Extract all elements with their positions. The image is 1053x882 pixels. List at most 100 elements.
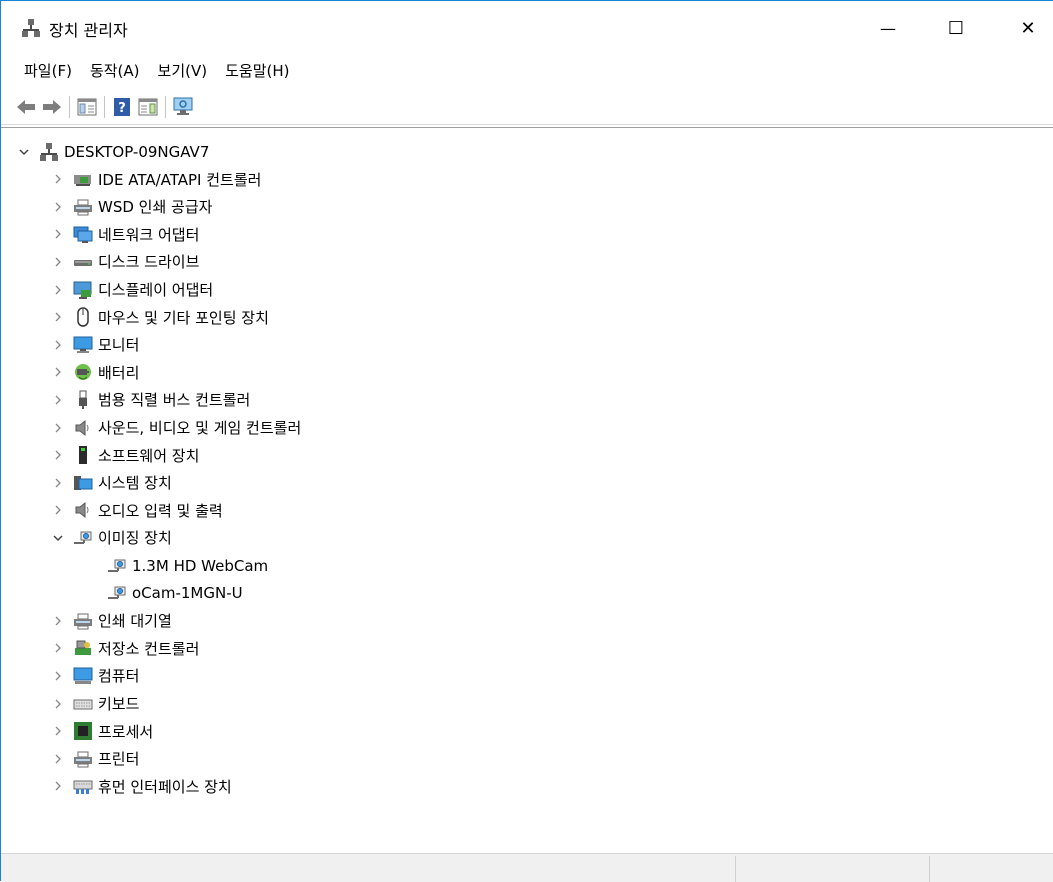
tree-category[interactable]: 키보드 bbox=[51, 690, 139, 717]
chevron-right-icon[interactable] bbox=[51, 166, 65, 193]
tree-category[interactable]: 저장소 컨트롤러 bbox=[51, 635, 199, 662]
help-button[interactable]: ? bbox=[109, 94, 135, 120]
storage-controller-icon bbox=[73, 638, 93, 658]
back-button[interactable] bbox=[13, 94, 39, 120]
tree-item-label: 컴퓨터 bbox=[98, 667, 140, 686]
tree-item-label: 이미징 장치 bbox=[98, 529, 172, 548]
forward-button[interactable] bbox=[39, 94, 65, 120]
toolbar-separator bbox=[104, 95, 105, 118]
chevron-down-icon[interactable] bbox=[17, 138, 31, 165]
chevron-right-icon[interactable] bbox=[51, 359, 65, 386]
speaker-icon bbox=[73, 500, 93, 520]
tree-category[interactable]: IDE ATA/ATAPI 컨트롤러 bbox=[51, 166, 261, 193]
ide-controller-icon bbox=[73, 169, 93, 189]
show-hide-console-tree-button[interactable] bbox=[74, 94, 100, 120]
battery-icon bbox=[73, 362, 93, 382]
chevron-right-icon[interactable] bbox=[51, 193, 65, 220]
tree-item-label: 휴먼 인터페이스 장치 bbox=[98, 777, 232, 796]
tree-category[interactable]: 범용 직렬 버스 컨트롤러 bbox=[51, 386, 250, 413]
chevron-right-icon[interactable] bbox=[51, 662, 65, 689]
processor-icon bbox=[73, 721, 93, 741]
tree-device[interactable]: oCam-1MGN-U bbox=[85, 580, 243, 607]
printer-icon bbox=[73, 749, 93, 769]
menu-view[interactable]: 보기(V) bbox=[149, 58, 217, 84]
chevron-right-icon[interactable] bbox=[51, 635, 65, 662]
tree-category[interactable]: 모니터 bbox=[51, 331, 139, 358]
tree-category[interactable]: 디스크 드라이브 bbox=[51, 248, 199, 275]
chevron-right-icon[interactable] bbox=[51, 773, 65, 800]
chevron-right-icon[interactable] bbox=[51, 331, 65, 358]
tree-category[interactable]: 컴퓨터 bbox=[51, 662, 139, 689]
tree-category[interactable]: 오디오 입력 및 출력 bbox=[51, 497, 223, 524]
menu-file[interactable]: 파일(F) bbox=[15, 58, 81, 84]
tree-category[interactable]: 인쇄 대기열 bbox=[51, 607, 172, 634]
tree-item-label: 소프트웨어 장치 bbox=[98, 446, 200, 465]
action-pane-icon bbox=[138, 98, 158, 115]
menu-bar: 파일(F) 동작(A) 보기(V) 도움말(H) bbox=[1, 55, 1053, 87]
tree-category[interactable]: 프로세서 bbox=[51, 718, 153, 745]
hid-icon bbox=[73, 776, 93, 796]
device-manager-icon bbox=[21, 18, 41, 38]
maximize-button[interactable]: ☐ bbox=[933, 1, 979, 55]
tree-category[interactable]: 디스플레이 어댑터 bbox=[51, 276, 213, 303]
tree-item-label: 저장소 컨트롤러 bbox=[98, 639, 200, 658]
chevron-down-icon[interactable] bbox=[51, 524, 65, 551]
printer-icon bbox=[73, 197, 93, 217]
tree-category[interactable]: 배터리 bbox=[51, 359, 139, 386]
show-action-pane-button[interactable] bbox=[135, 94, 161, 120]
chevron-right-icon[interactable] bbox=[51, 690, 65, 717]
tree-root[interactable]: DESKTOP-09NGAV7 bbox=[17, 138, 209, 165]
tree-device[interactable]: 1.3M HD WebCam bbox=[85, 552, 268, 579]
minimize-button[interactable]: — bbox=[865, 1, 911, 55]
status-bar bbox=[1, 853, 1053, 882]
tree-item-label: 프린터 bbox=[98, 750, 140, 769]
status-separator bbox=[929, 856, 930, 882]
disk-drive-icon bbox=[73, 252, 93, 272]
close-button[interactable]: ✕ bbox=[1005, 1, 1051, 55]
tree-category[interactable]: 휴먼 인터페이스 장치 bbox=[51, 773, 232, 800]
chevron-right-icon[interactable] bbox=[51, 414, 65, 441]
status-separator bbox=[735, 856, 736, 882]
menu-action[interactable]: 동작(A) bbox=[81, 58, 149, 84]
chevron-right-icon[interactable] bbox=[51, 221, 65, 248]
tree-category[interactable]: 네트워크 어댑터 bbox=[51, 221, 199, 248]
tree-category[interactable]: 마우스 및 기타 포인팅 장치 bbox=[51, 304, 269, 331]
menu-help[interactable]: 도움말(H) bbox=[216, 58, 298, 84]
toolbar: ? bbox=[1, 89, 1053, 125]
speaker-icon bbox=[73, 418, 93, 438]
tree-item-label: 배터리 bbox=[98, 363, 140, 382]
back-arrow-icon bbox=[17, 99, 35, 114]
toolbar-separator bbox=[69, 95, 70, 118]
tree-item-label: 디스크 드라이브 bbox=[98, 253, 200, 272]
tree-item-label: 시스템 장치 bbox=[98, 474, 172, 493]
tree-category[interactable]: 프린터 bbox=[51, 745, 139, 772]
svg-text:?: ? bbox=[118, 101, 126, 116]
chevron-right-icon[interactable] bbox=[51, 469, 65, 496]
chevron-right-icon[interactable] bbox=[51, 718, 65, 745]
window-title: 장치 관리자 bbox=[49, 21, 128, 40]
camera-icon bbox=[107, 556, 127, 576]
camera-icon bbox=[73, 528, 93, 548]
tree-item-label: 인쇄 대기열 bbox=[98, 612, 172, 631]
tree-category[interactable]: 이미징 장치 bbox=[51, 524, 172, 551]
chevron-right-icon[interactable] bbox=[51, 497, 65, 524]
chevron-right-icon[interactable] bbox=[51, 442, 65, 469]
chevron-right-icon[interactable] bbox=[51, 304, 65, 331]
scan-hardware-button[interactable] bbox=[170, 94, 196, 120]
chevron-right-icon[interactable] bbox=[51, 745, 65, 772]
chevron-right-icon[interactable] bbox=[51, 607, 65, 634]
tree-category[interactable]: 사운드, 비디오 및 게임 컨트롤러 bbox=[51, 414, 301, 441]
computer-network-icon bbox=[39, 142, 59, 162]
tree-category[interactable]: WSD 인쇄 공급자 bbox=[51, 193, 212, 220]
forward-arrow-icon bbox=[43, 99, 61, 114]
tree-category[interactable]: 소프트웨어 장치 bbox=[51, 442, 199, 469]
chevron-right-icon[interactable] bbox=[51, 276, 65, 303]
printer-icon bbox=[73, 611, 93, 631]
tree-category[interactable]: 시스템 장치 bbox=[51, 469, 172, 496]
chevron-right-icon[interactable] bbox=[51, 248, 65, 275]
help-icon: ? bbox=[114, 97, 130, 116]
device-manager-window: 장치 관리자 — ☐ ✕ 파일(F) 동작(A) 보기(V) 도움말(H) ? bbox=[0, 0, 1053, 882]
chevron-right-icon[interactable] bbox=[51, 386, 65, 413]
